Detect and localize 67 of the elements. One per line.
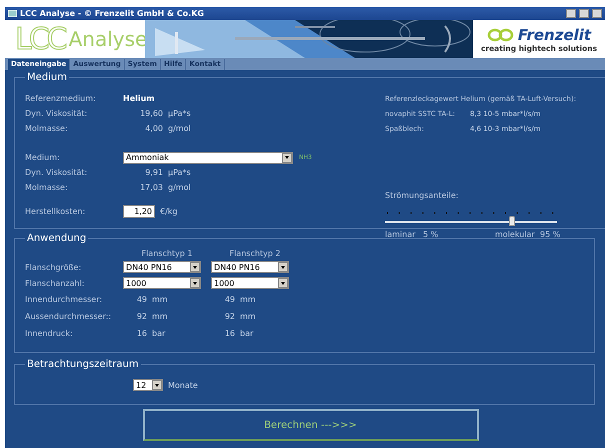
- field-label: Strömungsanteile:: [385, 191, 460, 200]
- dropdown[interactable]: 12: [133, 379, 163, 391]
- unit-label: bar: [240, 329, 254, 338]
- field-label: Innendruck:: [25, 329, 74, 338]
- field-label: Innendurchmesser:: [25, 295, 104, 304]
- flow-label: molekular: [495, 230, 536, 239]
- unit-label: bar: [152, 329, 166, 338]
- dropdown[interactable]: 1000: [123, 277, 201, 289]
- field-label: Flanschanzahl:: [25, 278, 86, 288]
- field-value: 49: [224, 295, 235, 304]
- caret-icon: [193, 282, 197, 284]
- dropdown[interactable]: DN40 PN16: [211, 261, 289, 273]
- caret-icon: [285, 156, 289, 159]
- field-value: 17,03: [139, 183, 163, 192]
- field-label: Dyn. Viskosität:: [25, 168, 88, 177]
- minimize-button[interactable]: [566, 9, 576, 18]
- logo: LCCAnalyse: [14, 20, 145, 58]
- field-label: Dyn. Viskosität:: [25, 109, 88, 118]
- unit-label: Monate: [168, 380, 198, 390]
- unit-label: g/mol: [168, 124, 191, 133]
- field-value: 92: [136, 312, 147, 321]
- field-label: Referenzmedium:: [25, 94, 97, 103]
- unit-label: µPa*s: [168, 168, 191, 177]
- dropdown[interactable]: DN40 PN16: [123, 261, 201, 273]
- field-label: Molmasse:: [25, 183, 69, 192]
- unit-label: g/mol: [168, 183, 191, 192]
- field-value: 16: [136, 329, 147, 338]
- field-value: Helium: [123, 94, 155, 103]
- field-label: Aussendurchmesser::: [25, 312, 112, 321]
- caret-icon: [193, 266, 197, 268]
- field-value: 4,00: [144, 124, 163, 133]
- app-icon: [8, 10, 17, 17]
- field-label: Medium:: [25, 153, 61, 162]
- unit-label: €/kg: [160, 207, 178, 216]
- column-header: Flanschtyp 1: [140, 249, 194, 258]
- caret-icon: [155, 384, 159, 386]
- flow-value: 95 %: [540, 230, 560, 239]
- field-label: Flanschgröße:: [25, 262, 82, 272]
- unit-label: mm: [152, 295, 168, 304]
- window-title: LCC Analyse - © Frenzelit GmbH & Co.KG: [20, 9, 205, 18]
- flow-label: laminar: [385, 230, 416, 239]
- maximize-button[interactable]: [579, 9, 589, 18]
- close-button[interactable]: [592, 9, 602, 18]
- section-title: Anwendung: [26, 233, 88, 244]
- dropdown[interactable]: Ammoniak: [123, 152, 293, 164]
- dropdown[interactable]: 1000: [211, 277, 289, 289]
- input-field[interactable]: 1,20: [123, 205, 155, 218]
- field-value: 49: [136, 295, 147, 304]
- section-title: Betrachtungszeitraum: [26, 359, 140, 370]
- field-value: 9,91: [144, 168, 163, 177]
- flow-value: 5 %: [423, 230, 440, 239]
- field-value: 92: [224, 312, 235, 321]
- slider-thumb[interactable]: [509, 216, 516, 226]
- section-title: Medium: [26, 72, 68, 83]
- field-label: Molmasse:: [25, 124, 69, 133]
- calculate-button[interactable]: Berechnen --->>>: [142, 409, 478, 441]
- field-value: 16: [224, 329, 235, 338]
- column-header: Flanschtyp 2: [228, 249, 282, 258]
- caret-icon: [281, 266, 285, 268]
- slider[interactable]: [385, 209, 557, 227]
- unit-label: mm: [152, 312, 168, 321]
- field-value: 19,60: [139, 109, 163, 118]
- caret-icon: [281, 282, 285, 284]
- unit-label: µPa*s: [168, 109, 191, 118]
- unit-label: mm: [240, 312, 256, 321]
- unit-label: mm: [240, 295, 256, 304]
- field-label: Herstellkosten:: [25, 207, 86, 216]
